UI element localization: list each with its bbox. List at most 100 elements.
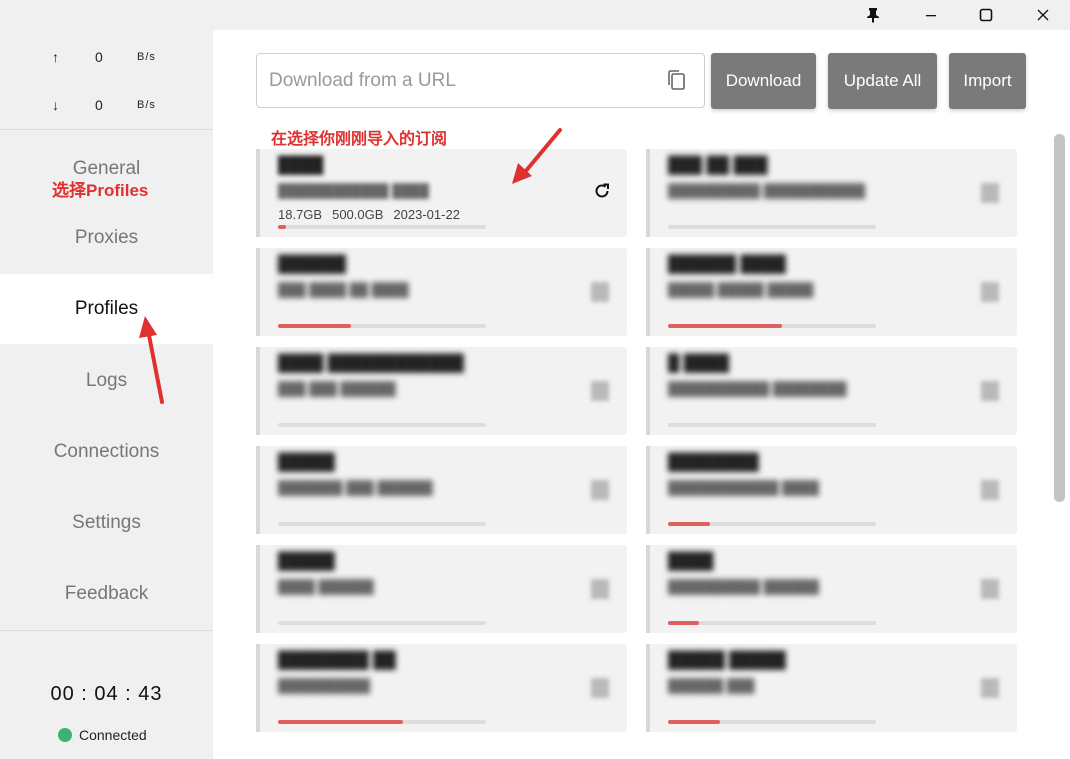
menu-icon[interactable]: [591, 381, 609, 401]
sidebar-item-settings[interactable]: Settings: [0, 488, 213, 558]
sidebar-item-proxies[interactable]: Proxies: [0, 203, 213, 273]
menu-icon[interactable]: [981, 183, 999, 203]
profile-card[interactable]: ███ ██ ███ ██████████ ███████████: [646, 149, 1017, 237]
menu-icon[interactable]: [591, 678, 609, 698]
card-edge: [256, 446, 260, 534]
profile-expire: 2023-01-22: [393, 207, 460, 222]
pin-icon[interactable]: [850, 0, 896, 30]
profile-url: ███████ ███ ██████: [278, 480, 433, 495]
usage-bar: [278, 324, 486, 328]
card-edge: [256, 149, 260, 237]
profile-name: ████ ████████████: [278, 355, 464, 372]
sidebar-item-label: Feedback: [64, 583, 149, 604]
card-edge: [646, 149, 650, 237]
profile-card[interactable]: █ ████ ███████████ ████████: [646, 347, 1017, 435]
menu-icon[interactable]: [981, 579, 999, 599]
profile-name: ████████: [668, 454, 759, 471]
connection-label: Connected: [79, 727, 147, 743]
profiles-page: Download Update All Import 在选择你刚刚导入的订阅 █…: [213, 30, 1070, 759]
profile-card[interactable]: ████ ██████████ ██████: [646, 545, 1017, 633]
import-button[interactable]: Import: [949, 53, 1026, 109]
usage-bar-fill: [668, 522, 710, 526]
usage-bar-fill: [278, 324, 351, 328]
card-edge: [646, 446, 650, 534]
profile-card[interactable]: █████ ████ ██████: [256, 545, 627, 633]
profile-card[interactable]: █████ ███████ ███ ██████: [256, 446, 627, 534]
profile-url: ██████████ ██████: [668, 579, 819, 594]
profile-name: █████: [278, 454, 335, 471]
profile-url: ██████████ ███████████: [668, 183, 866, 198]
scrollbar[interactable]: [1051, 130, 1065, 759]
url-input[interactable]: [269, 54, 649, 107]
close-icon[interactable]: [1020, 0, 1066, 30]
profile-card[interactable]: ██████ ████ █████ █████ █████: [646, 248, 1017, 336]
profile-url: █████ █████ █████: [668, 282, 814, 297]
usage-bar: [668, 324, 876, 328]
profile-card[interactable]: ████ ████████████ ████ 18.7GB 500.0GB 2023-0…: [256, 149, 627, 237]
usage-bar: [278, 720, 486, 724]
menu-icon[interactable]: [591, 282, 609, 302]
profile-card[interactable]: ████ ████████████ ███ ███ ██████: [256, 347, 627, 435]
usage-bar: [668, 225, 876, 229]
card-edge: [646, 545, 650, 633]
status-panel: 00 : 04 : 43 Connected: [0, 630, 213, 759]
profile-url: ████ ██████: [278, 579, 374, 594]
profile-card[interactable]: ████████ ████████████ ████: [646, 446, 1017, 534]
profile-name: █████ █████: [668, 652, 786, 669]
profile-card[interactable]: ██████ ███ ████ ██ ████: [256, 248, 627, 336]
sidebar-item-connections[interactable]: Connections: [0, 417, 213, 487]
profile-name: ████: [278, 157, 324, 174]
card-edge: [646, 347, 650, 435]
profile-name: █ ████: [668, 355, 730, 372]
profile-url: ██████████: [278, 678, 371, 693]
sidebar-item-logs[interactable]: Logs: [0, 346, 213, 416]
card-edge: [256, 545, 260, 633]
card-edge: [646, 248, 650, 336]
upload-arrow-icon: ↑: [52, 49, 59, 65]
usage-bar: [668, 423, 876, 427]
usage-bar-fill: [278, 720, 403, 724]
profile-name: ███ ██ ███: [668, 157, 768, 174]
download-speed: ↓ 0 B/s: [0, 97, 213, 117]
profile-url: ████████████ ████: [278, 183, 429, 198]
sidebar: ↑ 0 B/s ↓ 0 B/s General 选择Profiles Proxi…: [0, 30, 213, 759]
usage-bar-fill: [668, 720, 720, 724]
upload-value: 0: [95, 49, 103, 65]
profile-used: 18.7GB: [278, 207, 323, 222]
annotation-select-subscription: 在选择你刚刚导入的订阅: [271, 131, 448, 148]
usage-bar: [278, 423, 486, 427]
card-edge: [256, 248, 260, 336]
card-edge: [256, 644, 260, 732]
url-field[interactable]: [256, 53, 705, 108]
sidebar-item-label: Settings: [72, 512, 141, 533]
maximize-icon[interactable]: [963, 0, 1009, 30]
usage-bar: [278, 225, 486, 229]
menu-icon[interactable]: [981, 282, 999, 302]
menu-icon[interactable]: [591, 480, 609, 500]
usage-bar: [278, 621, 486, 625]
profile-name: ██████: [278, 256, 347, 273]
usage-bar: [668, 720, 876, 724]
menu-icon[interactable]: [981, 381, 999, 401]
update-all-button[interactable]: Update All: [828, 53, 937, 109]
menu-icon[interactable]: [981, 480, 999, 500]
refresh-icon[interactable]: [593, 182, 611, 205]
sidebar-item-profiles[interactable]: Profiles: [0, 274, 213, 344]
profile-card[interactable]: █████ █████ ██████ ███: [646, 644, 1017, 732]
profile-name: ██████ ████: [668, 256, 786, 273]
sidebar-item-label: Profiles: [74, 298, 139, 319]
profile-card[interactable]: ████████ ██ ██████████: [256, 644, 627, 732]
sidebar-item-label: Logs: [85, 370, 128, 391]
profile-name: ████████ ██: [278, 652, 396, 669]
sidebar-item-label: Proxies: [74, 227, 139, 248]
paste-icon[interactable]: [666, 69, 686, 96]
minimize-icon[interactable]: [908, 0, 954, 30]
menu-icon[interactable]: [591, 579, 609, 599]
sidebar-item-feedback[interactable]: Feedback: [0, 559, 213, 629]
download-unit: B/s: [137, 99, 156, 111]
menu-icon[interactable]: [981, 678, 999, 698]
connection-status: Connected: [58, 727, 147, 743]
download-button[interactable]: Download: [711, 53, 816, 109]
scrollbar-thumb[interactable]: [1054, 134, 1065, 502]
profile-total: 500.0GB: [332, 207, 384, 222]
